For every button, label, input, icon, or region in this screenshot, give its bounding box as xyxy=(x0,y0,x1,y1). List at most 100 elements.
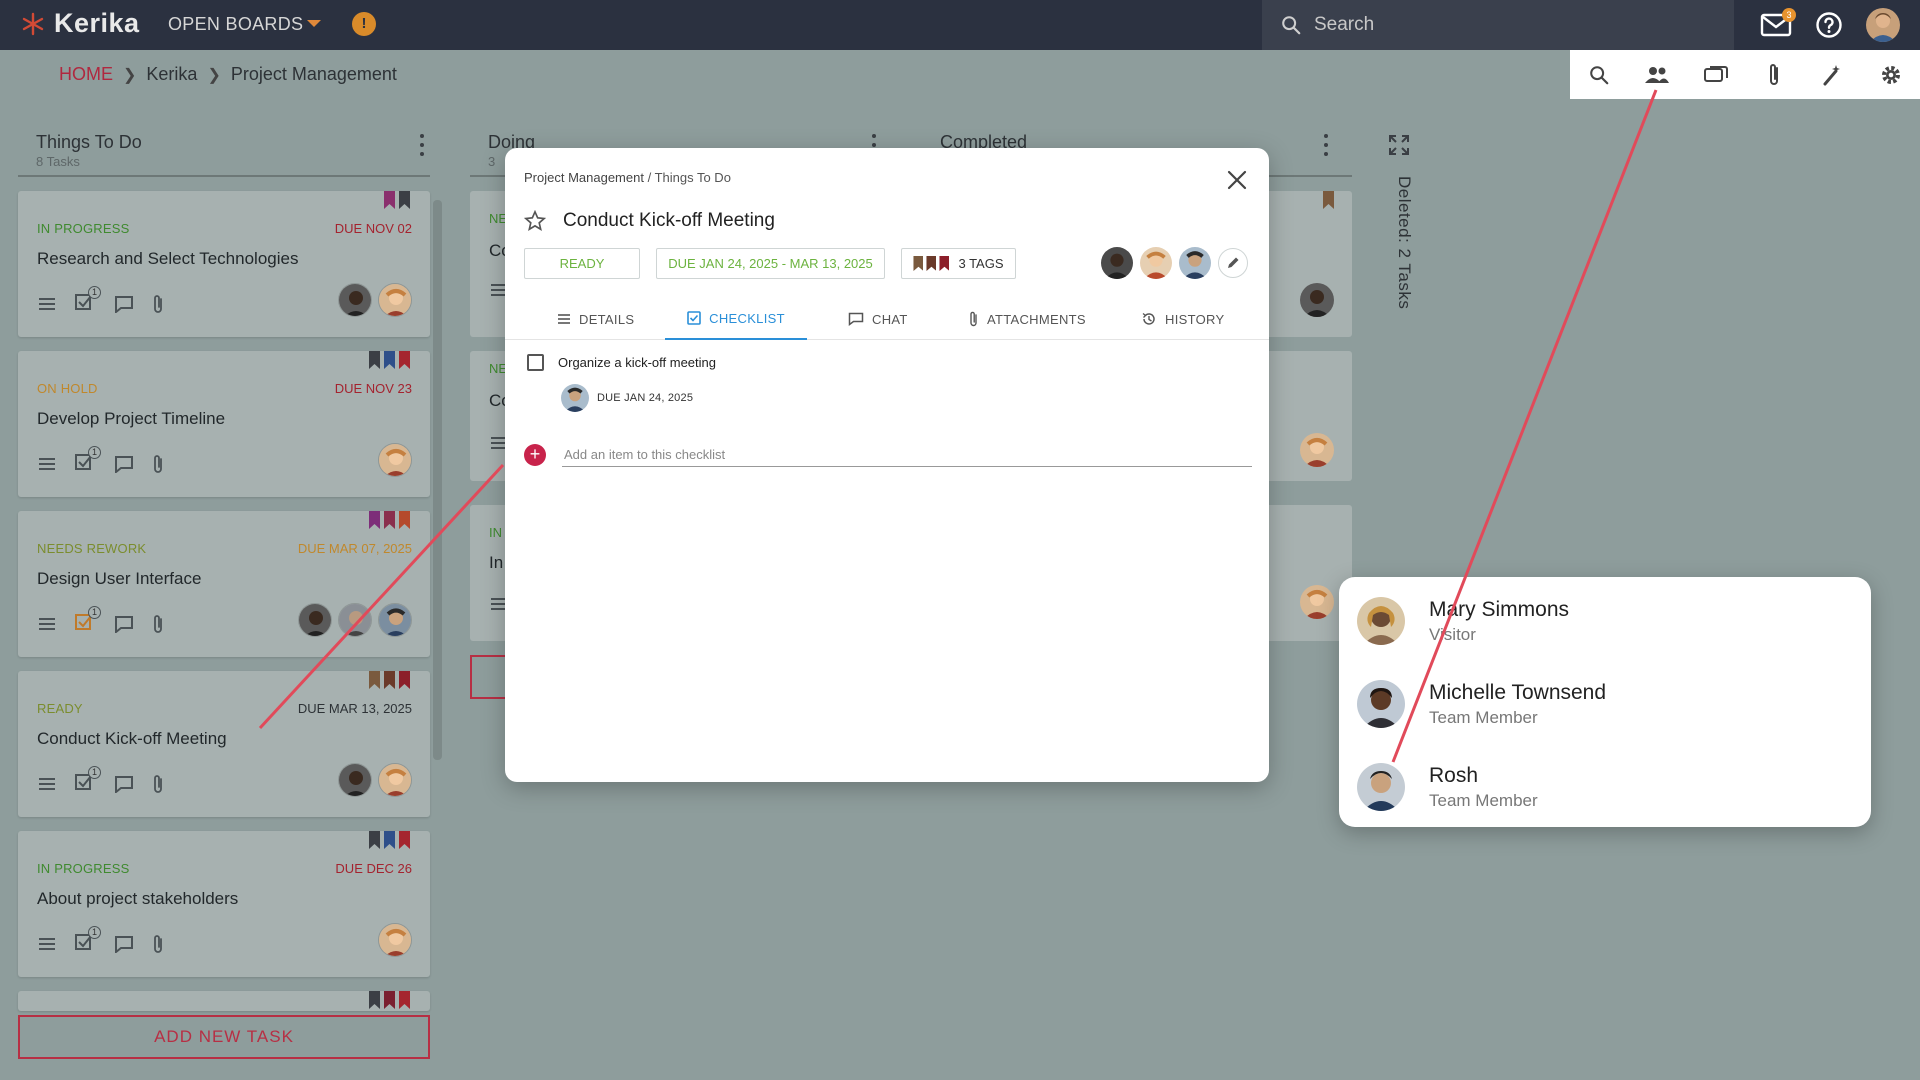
task-card[interactable]: ON HOLD DUE NOV 23 Develop Project Timel… xyxy=(18,351,430,497)
task-dates-button[interactable]: DUE JAN 24, 2025 - MAR 13, 2025 xyxy=(656,248,885,279)
tag-flag-icon xyxy=(384,351,395,369)
task-title[interactable]: Conduct Kick-off Meeting xyxy=(563,210,775,232)
checklist-item-due[interactable]: DUE JAN 24, 2025 xyxy=(597,392,693,404)
tag-flag-icon xyxy=(369,991,380,1009)
help-icon[interactable] xyxy=(1815,11,1843,39)
open-boards-menu[interactable]: OPEN BOARDS xyxy=(168,14,303,35)
global-search[interactable] xyxy=(1262,0,1734,50)
breadcrumb: HOME ❯ Kerika ❯ Project Management xyxy=(59,64,397,85)
board-tools-button[interactable] xyxy=(1814,57,1850,93)
task-card[interactable]: READY DUE MAR 13, 2025 Conduct Kick-off … xyxy=(18,671,430,817)
add-icon[interactable]: + xyxy=(524,444,546,466)
user-avatar[interactable] xyxy=(1866,8,1900,42)
checklist-icon: 1 xyxy=(74,606,101,637)
column-menu-icon[interactable] xyxy=(1323,134,1329,156)
card-title[interactable]: About project stakeholders xyxy=(37,889,238,909)
avatar xyxy=(338,763,372,797)
star-icon[interactable] xyxy=(524,210,546,232)
breadcrumb-home[interactable]: HOME xyxy=(59,64,113,85)
checklist-item-checkbox[interactable] xyxy=(527,354,544,371)
tag-flag-icon xyxy=(384,831,395,849)
column-menu-icon[interactable] xyxy=(419,134,425,156)
list-item[interactable]: Rosh Team Member xyxy=(1357,763,1538,811)
app-name: Kerika xyxy=(54,8,140,38)
history-icon xyxy=(1142,312,1155,325)
tab-history[interactable]: HISTORY xyxy=(1141,298,1224,340)
card-title[interactable]: Research and Select Technologies xyxy=(37,249,298,269)
tab-attachments[interactable]: ATTACHMENTS xyxy=(969,298,1086,340)
breadcrumb-org[interactable]: Kerika xyxy=(146,64,197,85)
search-icon xyxy=(1590,65,1609,84)
card-title[interactable]: Design User Interface xyxy=(37,569,201,589)
expand-icon[interactable] xyxy=(1388,134,1410,156)
chat-icon xyxy=(115,295,133,313)
tab-chat[interactable]: CHAT xyxy=(848,298,908,340)
avatar xyxy=(378,443,412,477)
card-title[interactable]: In xyxy=(489,553,503,573)
tag-flag-icon xyxy=(939,256,950,271)
task-card[interactable]: NEEDS REWORK DUE MAR 07, 2025 Design Use… xyxy=(18,511,430,657)
checklist-icon xyxy=(687,311,701,325)
avatar[interactable] xyxy=(1179,247,1211,279)
tag-flag-icon xyxy=(369,831,380,849)
chat-icon xyxy=(115,935,133,953)
card-tags xyxy=(369,351,410,369)
card-status: NEEDS REWORK xyxy=(37,541,147,556)
avatar[interactable] xyxy=(1140,247,1172,279)
alert-badge-icon[interactable]: ! xyxy=(352,12,376,36)
card-title[interactable]: Develop Project Timeline xyxy=(37,409,225,429)
column-scrollbar[interactable] xyxy=(433,200,442,760)
tab-checklist[interactable]: CHECKLIST xyxy=(665,298,807,340)
card-icons: 1 xyxy=(38,766,164,797)
kerika-logo[interactable]: Kerika xyxy=(20,8,140,39)
breadcrumb-board: Project Management xyxy=(230,64,397,84)
tags-count-label: 3 TAGS xyxy=(958,256,1004,271)
checklist-icon: 1 xyxy=(74,286,101,317)
card-tags xyxy=(369,511,410,529)
avatar xyxy=(1300,585,1334,619)
card-assignees xyxy=(292,603,412,637)
task-breadcrumb-board[interactable]: Project Management xyxy=(524,170,644,185)
task-status-button[interactable]: READY xyxy=(524,248,640,279)
deleted-tasks-column[interactable]: Deleted: 2 Tasks xyxy=(1394,176,1414,309)
details-icon xyxy=(39,777,55,790)
board-attachments-button[interactable] xyxy=(1756,57,1792,93)
paperclip-icon xyxy=(154,294,162,313)
tag-flag-icon xyxy=(384,671,395,689)
task-breadcrumb-column[interactable]: Things To Do xyxy=(655,170,731,185)
list-item[interactable]: Michelle Townsend Team Member xyxy=(1357,680,1606,728)
card-tags xyxy=(369,831,410,849)
add-new-task-button[interactable]: ADD NEW TASK xyxy=(18,1015,430,1059)
task-card[interactable] xyxy=(18,991,430,1011)
chevron-down-icon[interactable] xyxy=(307,20,321,27)
tab-details[interactable]: DETAILS xyxy=(557,298,655,340)
gear-icon xyxy=(1881,65,1900,84)
close-icon[interactable] xyxy=(1223,166,1251,194)
avatar[interactable] xyxy=(561,384,589,412)
column-title-things-to-do[interactable]: Things To Do xyxy=(36,132,142,153)
board-search-button[interactable] xyxy=(1581,57,1617,93)
list-item[interactable]: Mary Simmons Visitor xyxy=(1357,597,1569,645)
edit-assignees-button[interactable] xyxy=(1218,248,1248,278)
avatar[interactable] xyxy=(1101,247,1133,279)
card-due-date: DUE MAR 13, 2025 xyxy=(297,701,412,716)
task-card[interactable]: IN PROGRESS DUE DEC 26 About project sta… xyxy=(18,831,430,977)
checklist-item-text[interactable]: Organize a kick-off meeting xyxy=(558,355,716,370)
details-icon xyxy=(39,457,55,470)
search-input[interactable] xyxy=(1314,14,1714,36)
chat-icon xyxy=(115,775,133,793)
avatar xyxy=(378,923,412,957)
tag-flag-icon xyxy=(399,671,410,689)
add-checklist-item-input[interactable] xyxy=(562,443,1252,467)
board-chat-button[interactable] xyxy=(1698,57,1734,93)
card-title[interactable]: Conduct Kick-off Meeting xyxy=(37,729,227,749)
member-name: Mary Simmons xyxy=(1429,597,1570,621)
people-icon xyxy=(1645,66,1670,83)
task-tags-button[interactable]: 3 TAGS xyxy=(901,248,1016,279)
card-tags xyxy=(369,671,410,689)
team-button[interactable] xyxy=(1639,57,1675,93)
tag-flag-icon xyxy=(399,511,410,529)
board-settings-button[interactable] xyxy=(1873,57,1909,93)
checklist-icon: 1 xyxy=(74,926,101,957)
task-card[interactable]: IN PROGRESS DUE NOV 02 Research and Sele… xyxy=(18,191,430,337)
